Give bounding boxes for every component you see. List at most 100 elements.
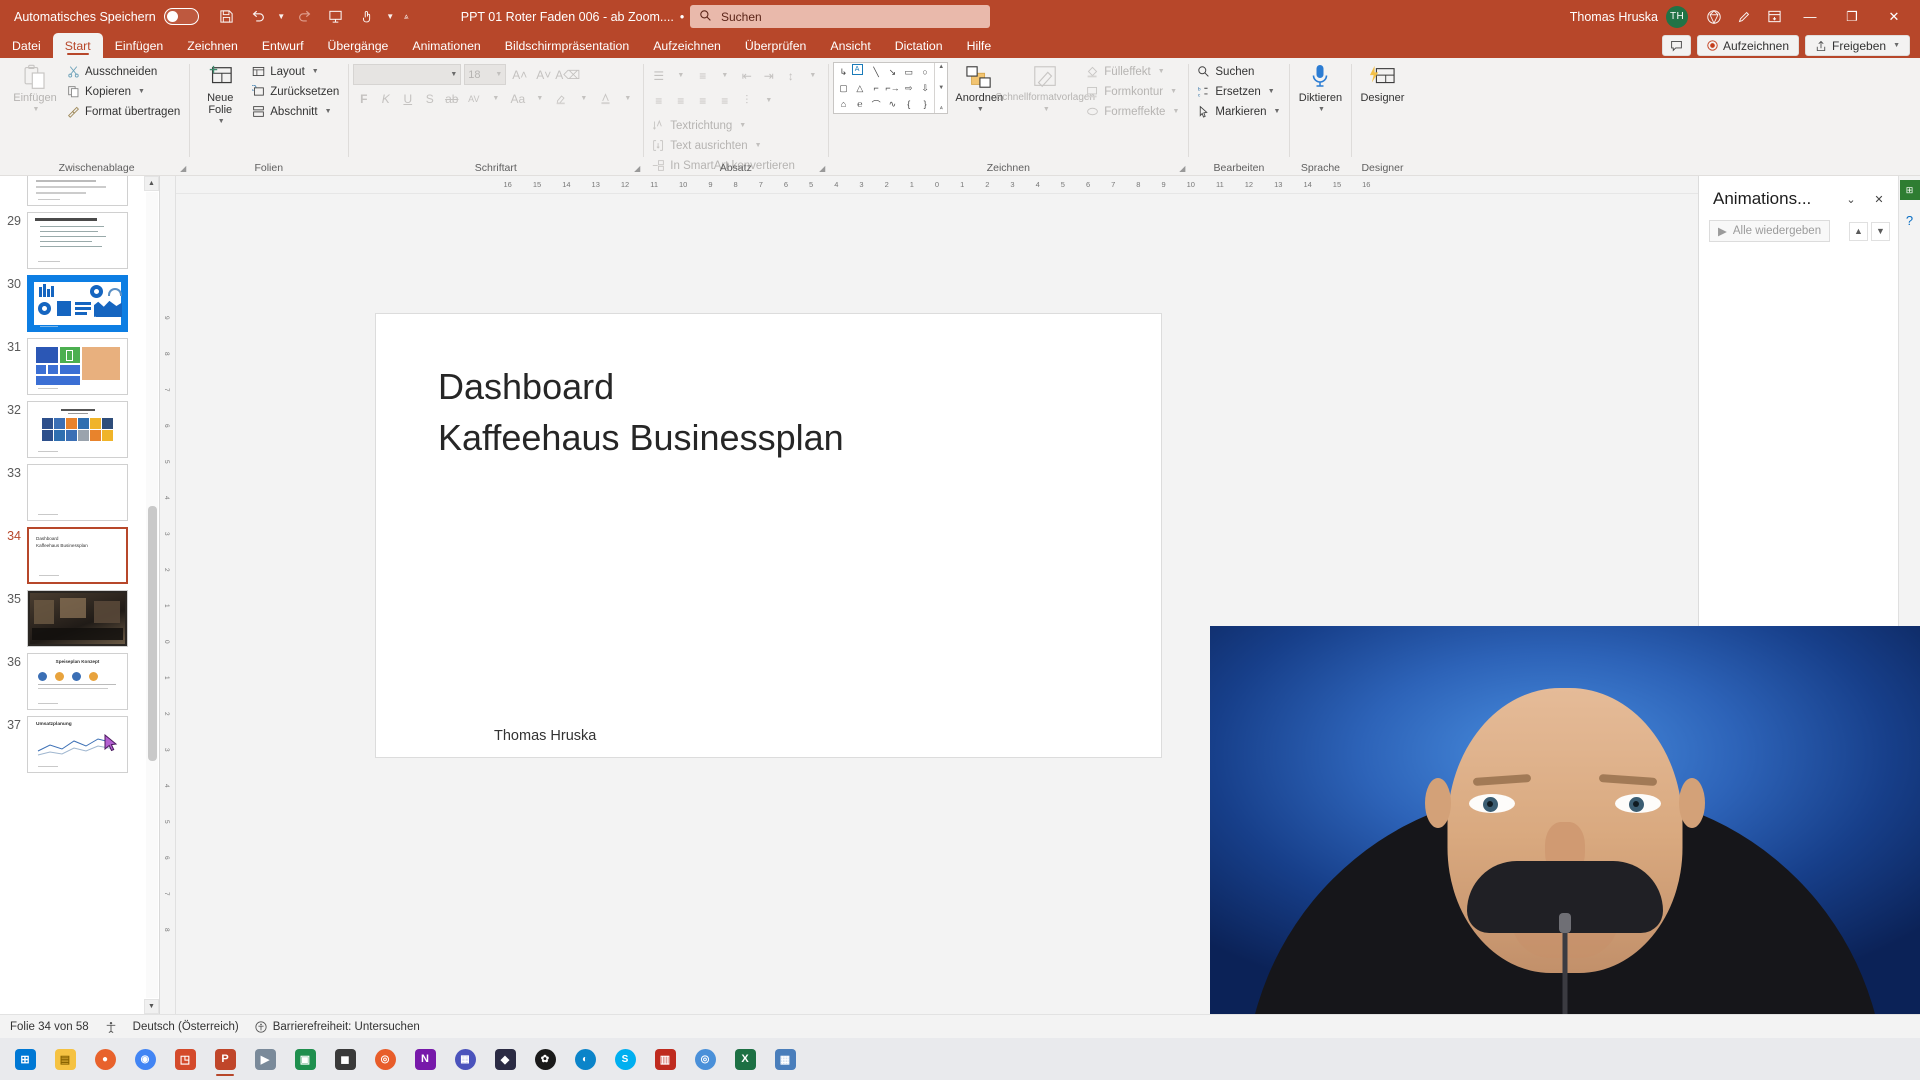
shape-line-icon[interactable]: ╲ xyxy=(868,64,884,80)
tab-hilfe[interactable]: Hilfe xyxy=(955,33,1004,58)
align-text-button[interactable]: Text ausrichten ▼ xyxy=(648,136,823,155)
list-item[interactable]: 36 Speiseplan Konzept xyxy=(0,650,143,713)
bullets-button[interactable]: ☰ xyxy=(648,65,669,86)
new-slide-chevron-icon[interactable]: ▼ xyxy=(218,116,225,128)
paragraph-dialog-launcher[interactable]: ◢ xyxy=(819,164,825,173)
quick-styles-button[interactable]: Schnellformatvorlagen ▼ xyxy=(996,60,1095,116)
replace-chevron-icon[interactable]: ▼ xyxy=(1268,88,1275,95)
undo-icon[interactable] xyxy=(244,4,272,30)
dictate-button[interactable]: Diktieren ▼ xyxy=(1294,60,1346,116)
text-highlight-icon[interactable] xyxy=(551,88,572,109)
thumbnail-frame[interactable] xyxy=(27,401,128,458)
tab-uebergaenge[interactable]: Übergänge xyxy=(316,33,401,58)
font-dialog-launcher[interactable]: ◢ xyxy=(634,164,640,173)
shape-triangle-icon[interactable]: △ xyxy=(852,80,868,96)
taskbar-chrome[interactable]: ◉ xyxy=(126,1040,164,1078)
slide-subtitle-placeholder[interactable]: Thomas Hruska xyxy=(494,728,596,744)
reset-button[interactable]: Zurücksetzen xyxy=(248,82,343,101)
move-up-icon[interactable]: ▲ xyxy=(1849,221,1868,241)
thumbnail-frame[interactable] xyxy=(27,176,128,206)
thumbnail-frame[interactable] xyxy=(27,212,128,269)
text-highlight-chevron-icon[interactable]: ▼ xyxy=(573,88,594,109)
designer-button[interactable]: Designer xyxy=(1356,60,1408,104)
shape-curve-icon[interactable]: ↳ xyxy=(835,64,851,80)
font-name-chevron-icon[interactable]: ▼ xyxy=(450,71,457,78)
drawing-dialog-launcher[interactable]: ◢ xyxy=(1179,164,1185,173)
new-slide-button[interactable]: Neue Folie ▼ xyxy=(194,60,246,128)
search-box[interactable]: Suchen xyxy=(690,5,990,28)
section-chevron-icon[interactable]: ▼ xyxy=(325,108,332,115)
undo-dropdown-icon[interactable]: ▼ xyxy=(275,12,288,21)
taskbar-spotify[interactable]: ✿ xyxy=(526,1040,564,1078)
list-item[interactable]: 37 Umsatzplanung xyxy=(0,713,143,776)
arrange-button[interactable]: Anordnen ▼ xyxy=(950,60,1008,116)
tab-start[interactable]: Start xyxy=(52,33,103,58)
thumbnails-scrollbar-thumb[interactable] xyxy=(148,506,157,761)
thumbnails-scroll-down-button[interactable]: ▼ xyxy=(144,999,159,1014)
touch-dropdown-icon[interactable]: ▼ xyxy=(384,12,397,21)
comments-button[interactable] xyxy=(1661,35,1691,56)
dictate-chevron-icon[interactable]: ▼ xyxy=(1318,104,1325,116)
shape-rect-icon[interactable]: ▭ xyxy=(901,64,917,80)
accessibility-status[interactable]: Barrierefreiheit: Untersuchen xyxy=(255,1021,420,1033)
shapes-scroll-up-icon[interactable]: ▲ xyxy=(938,64,944,70)
layout-chevron-icon[interactable]: ▼ xyxy=(312,68,319,75)
shape-effects-button[interactable]: Formeffekte ▼ xyxy=(1082,102,1183,121)
change-case-button[interactable]: Aa xyxy=(507,88,528,109)
align-left-button[interactable]: ≡ xyxy=(648,90,669,111)
shape-arrow-icon[interactable]: ↘ xyxy=(884,64,900,80)
save-icon[interactable] xyxy=(213,4,241,30)
list-item[interactable]: 33 xyxy=(0,461,143,524)
taskbar-browser-2[interactable]: ◎ xyxy=(686,1040,724,1078)
tab-dictation[interactable]: Dictation xyxy=(883,33,955,58)
account-button[interactable]: Thomas Hruska TH xyxy=(1570,5,1688,28)
shapes-more-icon[interactable]: ⩓ xyxy=(940,105,943,112)
record-button[interactable]: Aufzeichnen xyxy=(1696,35,1800,56)
help-icon[interactable]: ? xyxy=(1900,210,1920,230)
redo-icon[interactable] xyxy=(291,4,319,30)
shapes-grid[interactable]: ↳ A ╲ ↘ ▭ ○ ▢ △ ⌐ ⌐→ ⇨ ⇩ ⌂ ℮ ⌒ ∿ {} xyxy=(834,63,934,113)
quick-styles-chevron-icon[interactable]: ▼ xyxy=(1043,104,1050,116)
shape-pentagon-icon[interactable]: ⌂ xyxy=(835,96,851,112)
presenter-view-icon[interactable]: ⊞ xyxy=(1899,180,1920,200)
font-size-input[interactable]: 18 ▼ xyxy=(464,64,507,85)
avatar[interactable]: TH xyxy=(1666,5,1688,28)
tab-ueberpruefen[interactable]: Überprüfen xyxy=(733,33,819,58)
list-item[interactable]: 31 xyxy=(0,335,143,398)
align-right-button[interactable]: ≡ xyxy=(692,90,713,111)
tab-bildschirmpraesentation[interactable]: Bildschirmpräsentation xyxy=(493,33,641,58)
chevron-down-icon[interactable]: ⌄ xyxy=(1840,188,1862,210)
taskbar-start-button[interactable]: ⊞ xyxy=(6,1040,44,1078)
shape-arc-icon[interactable]: ⌒ xyxy=(868,96,884,112)
replace-button[interactable]: bc Ersetzen ▼ xyxy=(1193,82,1284,101)
font-size-chevron-icon[interactable]: ▼ xyxy=(495,71,502,78)
horizontal-ruler[interactable]: 16 15 14 13 12 11 10 9 8 7 6 5 4 3 2 1 0… xyxy=(176,176,1698,194)
shape-textbox-icon[interactable]: A xyxy=(851,64,863,75)
diamond-icon[interactable] xyxy=(1700,4,1728,30)
format-painter-button[interactable]: Format übertragen xyxy=(63,102,184,121)
change-case-chevron-icon[interactable]: ▼ xyxy=(529,88,550,109)
select-chevron-icon[interactable]: ▼ xyxy=(1274,108,1281,115)
taskbar-onenote[interactable]: N xyxy=(406,1040,444,1078)
taskbar-teams[interactable]: ▦ xyxy=(446,1040,484,1078)
shape-outline-button[interactable]: Formkontur ▼ xyxy=(1082,82,1183,101)
shape-elbow-icon[interactable]: ⌐ xyxy=(868,80,884,96)
numbering-chevron-icon[interactable]: ▼ xyxy=(714,65,735,86)
shape-scribble-icon[interactable]: ℮ xyxy=(852,96,868,112)
tab-datei[interactable]: Datei xyxy=(0,33,53,58)
shape-effects-chevron-icon[interactable]: ▼ xyxy=(1172,108,1179,115)
select-button[interactable]: Markieren ▼ xyxy=(1193,102,1284,121)
underline-button[interactable]: U xyxy=(397,88,418,109)
taskbar-firefox[interactable]: ● xyxy=(86,1040,124,1078)
text-direction-button[interactable]: Textrichtung ▼ xyxy=(648,116,823,135)
slide-thumbnails-pane[interactable]: ▲ ▼ 29 30 Quartalsbericht 31 32 33 34 Da… xyxy=(0,176,160,1014)
copy-button[interactable]: Kopieren ▼ xyxy=(63,82,184,101)
decrease-indent-button[interactable]: ⇤ xyxy=(736,65,757,86)
slide-counter[interactable]: Folie 34 von 58 xyxy=(10,1021,89,1033)
list-item[interactable]: 34 Dashboard Kaffeehaus Businessplan xyxy=(0,524,143,587)
tab-animationen[interactable]: Animationen xyxy=(400,33,492,58)
taskbar-file-explorer[interactable]: ▤ xyxy=(46,1040,84,1078)
thumbnail-frame[interactable] xyxy=(27,590,128,647)
shape-fill-button[interactable]: Fülleffekt ▼ xyxy=(1082,62,1183,81)
shape-fill-chevron-icon[interactable]: ▼ xyxy=(1158,68,1165,75)
